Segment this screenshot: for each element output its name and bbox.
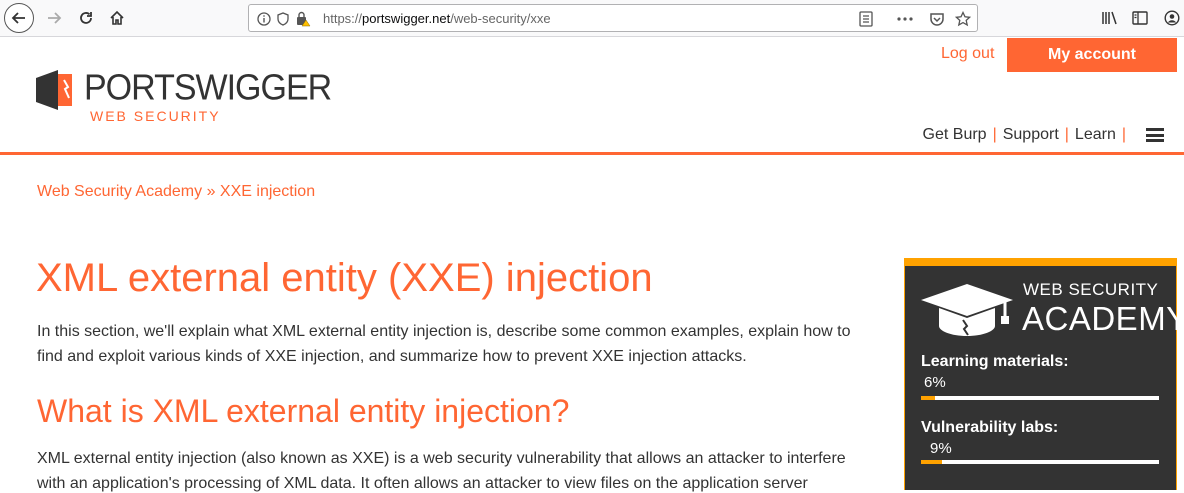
reload-icon: [80, 12, 92, 24]
section-paragraph: XML external entity injection (also know…: [37, 450, 846, 492]
hamburger-menu-icon[interactable]: [1146, 128, 1164, 142]
home-icon: [110, 10, 124, 25]
nav-learn[interactable]: Learn: [1075, 126, 1116, 144]
arrow-right-icon: [48, 12, 62, 24]
learning-materials-percent: 6%: [924, 374, 946, 391]
sidebar-button[interactable]: [1126, 4, 1154, 32]
pocket-icon[interactable]: [929, 10, 945, 28]
info-icon[interactable]: [257, 10, 271, 28]
nav-separator: |: [992, 126, 997, 143]
site-header: Log out My account PORTSWIGGER WEB SECUR…: [0, 37, 1184, 155]
academy-title-small: WEB SECURITY: [1023, 280, 1159, 299]
breadcrumb-separator: »: [206, 183, 216, 200]
account-button[interactable]: [1158, 4, 1184, 32]
graduation-cap-icon: [921, 284, 1013, 336]
main-nav: Get Burp | Support | Learn |: [923, 126, 1164, 144]
url-text: https://portswigger.net/web-security/xxe: [323, 11, 551, 26]
vulnerability-labs-progress-fill: [921, 460, 943, 464]
page-title: XML external entity (XXE) injection: [36, 256, 653, 300]
account-icon: [1164, 10, 1180, 26]
nav-get-burp[interactable]: Get Burp: [923, 126, 987, 144]
reload-button[interactable]: [72, 4, 100, 32]
arrow-left-icon: [11, 12, 25, 24]
library-icon: [1102, 11, 1117, 25]
learning-materials-label: Learning materials:: [921, 353, 1069, 370]
breadcrumb: Web Security Academy » XXE injection: [37, 183, 315, 201]
home-button[interactable]: [103, 4, 131, 32]
academy-title-big: ACADEMY: [1022, 300, 1184, 337]
my-account-button[interactable]: My account: [1007, 38, 1177, 72]
breadcrumb-academy[interactable]: Web Security Academy: [37, 183, 202, 200]
portswigger-logo-icon: [36, 70, 72, 110]
browser-toolbar: https://portswigger.net/web-security/xxe: [0, 0, 1184, 37]
more-actions-icon[interactable]: [897, 10, 913, 28]
breadcrumb-current[interactable]: XXE injection: [220, 183, 315, 200]
sidebar-icon: [1132, 11, 1148, 25]
vulnerability-labs-progress-bar: [921, 460, 1159, 464]
section-heading: What is XML external entity injection?: [37, 393, 570, 429]
logout-link[interactable]: Log out: [941, 45, 994, 63]
library-button[interactable]: [1096, 4, 1124, 32]
logo-subtitle: WEB SECURITY: [90, 108, 221, 124]
nav-separator: |: [1121, 126, 1126, 143]
vulnerability-labs-percent: 9%: [930, 440, 952, 457]
forward-button[interactable]: [40, 4, 68, 32]
address-bar[interactable]: https://portswigger.net/web-security/xxe: [248, 4, 978, 32]
bookmark-star-icon[interactable]: [955, 10, 971, 28]
nav-support[interactable]: Support: [1003, 126, 1059, 144]
tracking-shield-icon[interactable]: [277, 10, 289, 28]
vulnerability-labs-label: Vulnerability labs:: [921, 419, 1059, 436]
reader-view-icon[interactable]: [859, 10, 873, 28]
intro-paragraph: In this section, we'll explain what XML …: [37, 323, 851, 365]
back-button[interactable]: [4, 3, 34, 33]
insecure-lock-icon[interactable]: [295, 10, 311, 28]
logo-name: PORTSWIGGER: [84, 68, 332, 108]
learning-materials-progress-bar: [921, 396, 1159, 400]
nav-separator: |: [1064, 126, 1069, 143]
learning-materials-progress-fill: [921, 396, 936, 400]
academy-progress-widget[interactable]: WEB SECURITY ACADEMY Learning materials:…: [904, 258, 1184, 490]
